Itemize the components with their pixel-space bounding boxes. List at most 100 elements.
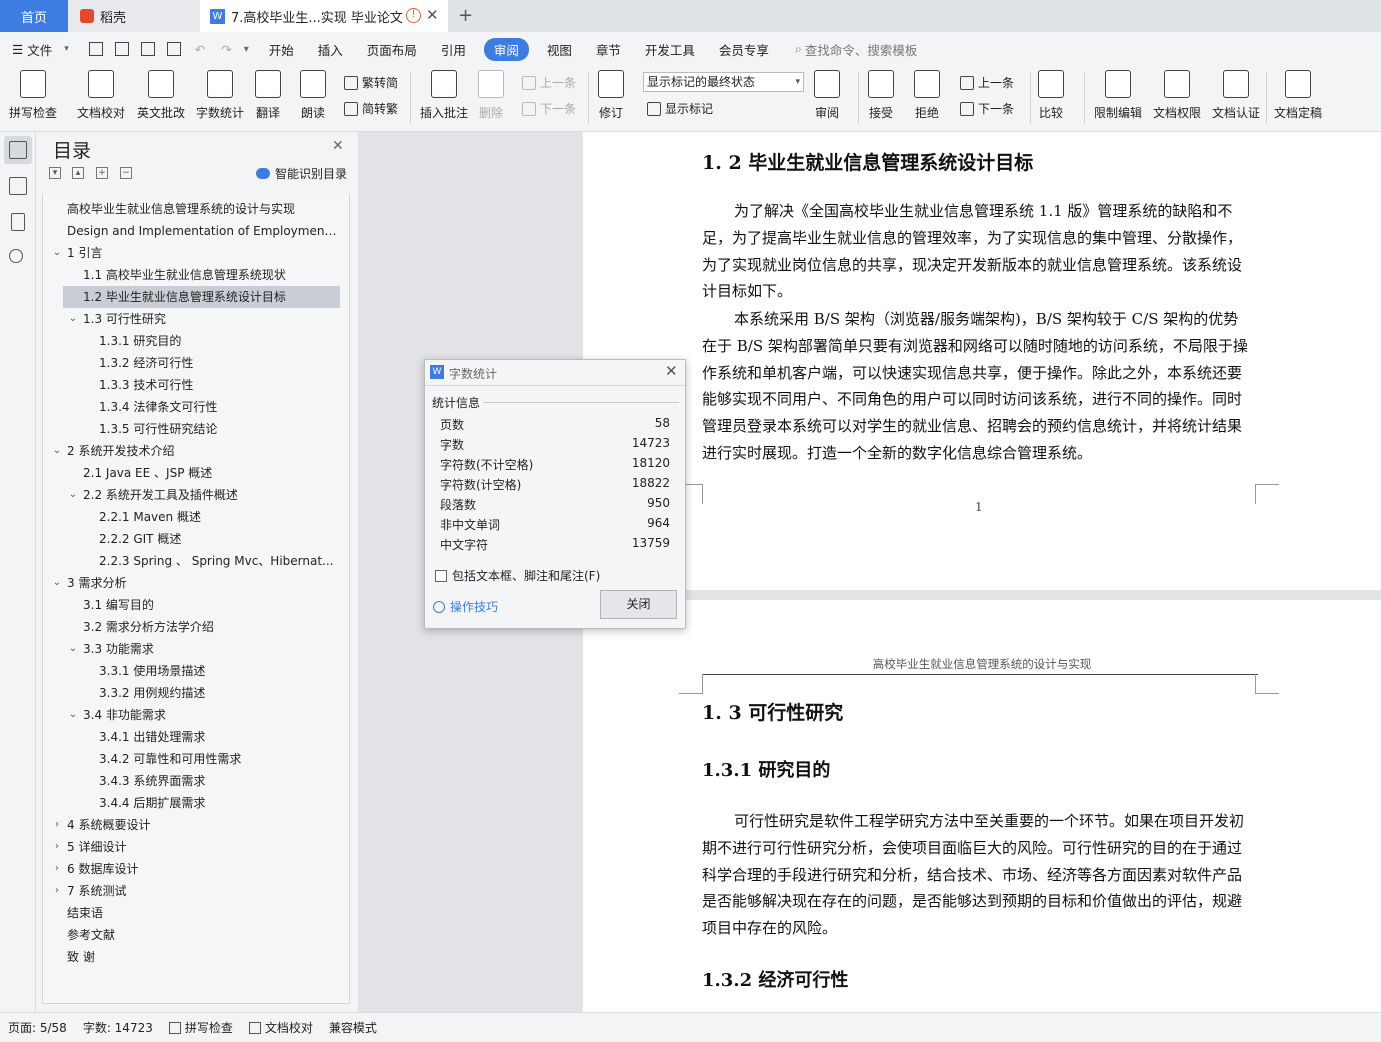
menu-item[interactable]: 会员专享 [707, 40, 781, 59]
accept-button[interactable]: 接受 [868, 70, 894, 121]
toc-item[interactable]: 7 系统测试 [67, 880, 339, 902]
document-permission-button[interactable]: 文档权限 [1153, 70, 1201, 121]
redo-icon[interactable]: ↷ [221, 42, 231, 57]
tab-home[interactable]: 首页 [0, 0, 68, 32]
print-icon[interactable] [140, 42, 155, 56]
new-tab-button[interactable]: + [458, 5, 473, 26]
toc-item[interactable]: 2 系统开发技术介绍 [67, 440, 339, 462]
word-count-indicator[interactable]: 字数: 14723 [75, 1019, 161, 1036]
document-certify-button[interactable]: 文档认证 [1212, 70, 1260, 121]
toc-item[interactable]: 1.3.3 技术可行性 [99, 374, 339, 396]
chevron-down-icon[interactable]: ⌄ [51, 445, 63, 456]
command-search[interactable]: 查找命令、搜索模板 [805, 40, 918, 59]
menu-item[interactable]: 页面布局 [355, 40, 429, 59]
restrict-editing-button[interactable]: 限制编辑 [1094, 70, 1142, 121]
toc-item[interactable]: 参考文献 [67, 924, 339, 946]
toc-item[interactable]: 高校毕业生就业信息管理系统的设计与实现 [67, 198, 339, 220]
toc-item[interactable]: 1.3.1 研究目的 [99, 330, 339, 352]
chevron-down-icon[interactable]: ⌄ [67, 709, 79, 720]
expand-up-icon[interactable]: ▴ [72, 167, 84, 179]
chevron-right-icon[interactable]: › [51, 885, 63, 896]
quick-access-dropdown-icon[interactable]: ▾ [244, 44, 249, 55]
include-textbox-footnotes-checkbox[interactable]: 包括文本框、脚注和尾注(F) [435, 567, 600, 584]
toc-item[interactable]: 3.4.2 可靠性和可用性需求 [99, 748, 339, 770]
trad-to-simp-button[interactable]: 繁转简 [344, 74, 398, 91]
toc-item[interactable]: 4 系统概要设计 [67, 814, 339, 836]
insert-comment-button[interactable]: 插入批注 [420, 70, 468, 121]
print-preview-icon[interactable] [166, 42, 181, 56]
tab-document[interactable]: W 7.高校毕业生...实现 毕业论文 ! ✕ [200, 0, 448, 32]
toc-item[interactable]: 致 谢 [67, 946, 339, 968]
prev-comment-button[interactable]: 上一条 [522, 74, 576, 91]
proofread-status[interactable]: 文档校对 [241, 1019, 321, 1036]
toc-item[interactable]: 2.2 系统开发工具及插件概述 [83, 484, 339, 506]
toc-item[interactable]: Design and Implementation of Employment.… [67, 220, 339, 242]
chevron-down-icon[interactable]: ⌄ [67, 313, 79, 324]
show-markup-button[interactable]: 显示标记 [647, 100, 713, 117]
markup-state-select[interactable]: 显示标记的最终状态 ▾ [643, 72, 804, 92]
toc-item[interactable]: 1.3.5 可行性研究结论 [99, 418, 339, 440]
next-change-button[interactable]: 下一条 [960, 100, 1014, 117]
hamburger-icon[interactable]: ☰ [0, 42, 27, 57]
close-icon[interactable]: ✕ [332, 138, 344, 154]
chevron-down-icon[interactable]: ⌄ [67, 643, 79, 654]
tips-link[interactable]: 操作技巧 [433, 598, 498, 615]
reject-button[interactable]: 拒绝 [914, 70, 940, 121]
document-page[interactable]: 1. 2 毕业生就业信息管理系统设计目标 为了解决《全国高校毕业生就业信息管理系… [583, 132, 1381, 590]
bookmark-icon[interactable] [11, 213, 25, 231]
checkbox-unchecked[interactable] [435, 569, 447, 582]
menu-item[interactable]: 开发工具 [633, 40, 707, 59]
toc-item[interactable]: 1.3.2 经济可行性 [99, 352, 339, 374]
toc-item[interactable]: 3.4.4 后期扩展需求 [99, 792, 339, 814]
add-heading-icon[interactable]: + [96, 167, 108, 179]
review-pane-button[interactable]: 审阅 [814, 70, 840, 121]
toc-item[interactable]: 3.3 功能需求 [83, 638, 339, 660]
chevron-right-icon[interactable]: › [51, 863, 63, 874]
prev-change-button[interactable]: 上一条 [960, 74, 1014, 91]
toc-item[interactable]: 1.1 高校毕业生就业信息管理系统现状 [83, 264, 339, 286]
page-indicator[interactable]: 页面: 5/58 [0, 1019, 75, 1036]
toc-item[interactable]: 1.3.4 法律条文可行性 [99, 396, 339, 418]
close-icon[interactable]: ✕ [665, 362, 678, 380]
toc-item[interactable]: 6 数据库设计 [67, 858, 339, 880]
simp-to-trad-button[interactable]: 简转繁 [344, 100, 398, 117]
toc-item[interactable]: 3.3.1 使用场景描述 [99, 660, 339, 682]
toc-item[interactable]: 3.2 需求分析方法学介绍 [83, 616, 339, 638]
word-count-button[interactable]: 字数统计 [196, 70, 244, 121]
toc-item[interactable]: 3.1 编写目的 [83, 594, 339, 616]
menu-item[interactable]: 审阅 [483, 37, 529, 61]
spellcheck-button[interactable]: 拼写检查 [9, 70, 57, 121]
toc-item[interactable]: 1.3 可行性研究 [83, 308, 339, 330]
tab-daoke[interactable]: 稻壳 [68, 0, 200, 32]
chevron-right-icon[interactable]: › [51, 819, 63, 830]
toc-item[interactable]: 1.2 毕业生就业信息管理系统设计目标 [63, 286, 340, 308]
track-changes-button[interactable]: 修订 [598, 70, 624, 121]
english-review-button[interactable]: 英文批改 [137, 70, 185, 121]
delete-comment-button[interactable]: 删除 [478, 70, 504, 121]
menu-file[interactable]: 文件 [27, 40, 64, 59]
toc-item[interactable]: 结束语 [67, 902, 339, 924]
read-aloud-button[interactable]: 朗读 [300, 70, 326, 121]
spellcheck-status[interactable]: 拼写检查 [161, 1019, 241, 1036]
save-icon[interactable] [88, 42, 103, 56]
toc-item[interactable]: 2.2.2 GIT 概述 [99, 528, 339, 550]
collapse-all-icon[interactable]: ▾ [49, 167, 61, 179]
proofread-button[interactable]: 文档校对 [77, 70, 125, 121]
chevron-down-icon[interactable]: ⌄ [51, 247, 63, 258]
finalize-button[interactable]: 文档定稿 [1274, 70, 1322, 121]
compare-button[interactable]: 比较 [1038, 70, 1064, 121]
chapter-icon[interactable] [9, 177, 27, 195]
toc-item[interactable]: 3.4 非功能需求 [83, 704, 339, 726]
translate-button[interactable]: 翻译 [255, 70, 281, 121]
export-pdf-icon[interactable] [114, 42, 129, 56]
toc-item[interactable]: 5 详细设计 [67, 836, 339, 858]
undo-icon[interactable]: ↶ [195, 42, 205, 57]
chevron-down-icon[interactable]: ⌄ [51, 577, 63, 588]
close-button[interactable]: 关闭 [600, 590, 677, 619]
toc-item[interactable]: 3.3.2 用例规约描述 [99, 682, 339, 704]
search-icon[interactable] [9, 249, 23, 263]
menu-item[interactable]: 视图 [535, 40, 584, 59]
menu-item[interactable]: 插入 [306, 40, 355, 59]
smart-toc-button[interactable]: 智能识别目录 [256, 165, 347, 182]
toc-item[interactable]: 2.2.3 Spring 、 Spring Mvc、Hibernat... [99, 550, 339, 572]
